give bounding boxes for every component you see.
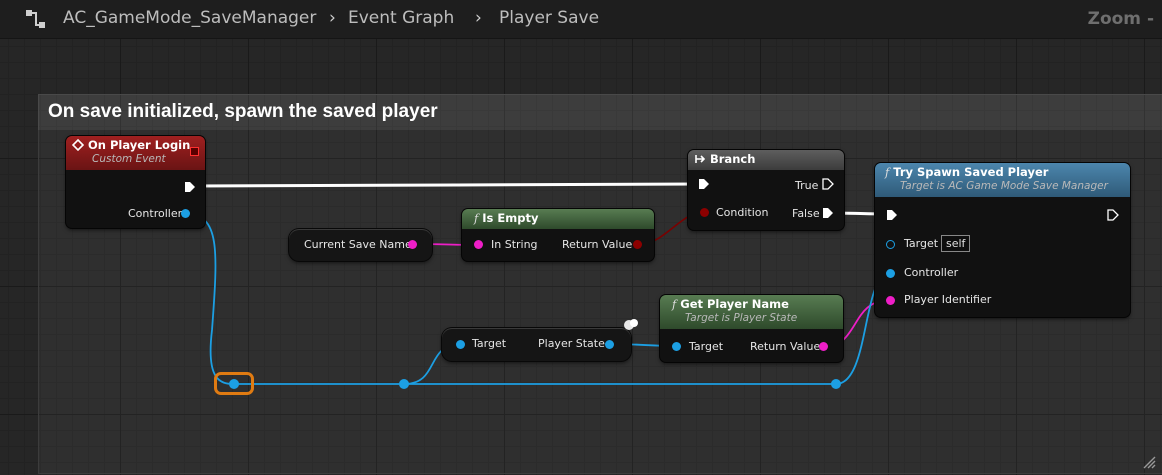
current-save-name-variable[interactable]: Current Save Name — [289, 229, 432, 261]
exec-in-pin[interactable] — [698, 178, 710, 190]
pin-label-target: Target — [904, 237, 939, 250]
function-icon: f — [885, 165, 890, 179]
string-out-pin[interactable] — [408, 240, 417, 249]
branch-node[interactable]: Branch True Condition False — [688, 150, 844, 230]
player-state-getter-node[interactable]: Target Player State — [442, 328, 631, 361]
pin-label-false: False — [792, 207, 820, 220]
node-subtitle: Target is Player State — [685, 312, 798, 324]
target-in-pin[interactable] — [456, 340, 465, 349]
pin-label-in-string: In String — [491, 238, 538, 251]
exec-in-pin[interactable] — [886, 209, 898, 221]
reroute-node — [399, 379, 409, 389]
player-state-out-pin[interactable] — [605, 340, 614, 349]
function-icon: f — [474, 211, 479, 225]
pin-label-player-identifier: Player Identifier — [904, 293, 992, 306]
node-subtitle: Custom Event — [92, 153, 166, 165]
variable-label: Current Save Name — [304, 238, 412, 251]
node-title: Is Empty — [482, 211, 539, 225]
return-string-pin[interactable] — [819, 342, 828, 351]
pin-label-controller: Controller — [128, 207, 183, 220]
node-subtitle: Target is AC Game Mode Save Manager — [900, 180, 1108, 192]
object-wire-controller-reroute — [185, 213, 235, 385]
condition-in-pin[interactable] — [700, 208, 709, 217]
pin-label-target: Target — [472, 337, 507, 350]
exec-out-pin[interactable] — [184, 181, 196, 193]
pin-label-true: True — [795, 179, 819, 192]
controller-in-pin[interactable] — [886, 269, 895, 278]
exec-wire-login-branch — [192, 182, 701, 188]
reroute-node — [831, 379, 841, 389]
target-self-field[interactable]: self — [941, 235, 971, 252]
pin-label-controller: Controller — [904, 266, 959, 279]
node-title: Get Player Name — [680, 297, 789, 311]
controller-out-pin[interactable] — [181, 209, 190, 218]
target-in-pin[interactable] — [672, 342, 681, 351]
delegate-pin[interactable] — [190, 147, 199, 156]
pin-label-condition: Condition — [716, 206, 769, 219]
pin-label-return: Return Value — [562, 238, 633, 251]
is-empty-node[interactable]: f Is Empty In String Return Value — [462, 209, 654, 261]
return-bool-pin[interactable] — [633, 240, 642, 249]
selected-reroute-outline[interactable] — [214, 372, 254, 395]
pin-label-target: Target — [689, 340, 724, 353]
exec-false-pin[interactable] — [822, 207, 834, 219]
function-icon: f — [672, 297, 677, 311]
target-in-pin[interactable] — [886, 240, 895, 249]
in-string-pin[interactable] — [474, 240, 483, 249]
node-title: On Player Login — [88, 138, 191, 152]
player-identifier-in-pin[interactable] — [886, 296, 895, 305]
network-replication-icon — [624, 319, 638, 330]
node-title: Branch — [710, 152, 756, 166]
try-spawn-saved-player-node[interactable]: f Try Spawn Saved Player Target is AC Ga… — [875, 163, 1130, 317]
exec-out-pin[interactable] — [1107, 209, 1119, 221]
get-player-name-node[interactable]: f Get Player Name Target is Player State… — [660, 295, 843, 362]
pin-label-return: Return Value — [750, 340, 821, 353]
on-player-login-node[interactable]: On Player Login Custom Event Controller — [66, 136, 205, 228]
branch-icon — [695, 155, 706, 163]
pin-label-player-state: Player State — [538, 337, 605, 350]
node-title: Try Spawn Saved Player — [893, 165, 1049, 179]
exec-true-pin[interactable] — [822, 178, 834, 190]
event-diamond-icon — [72, 139, 84, 151]
